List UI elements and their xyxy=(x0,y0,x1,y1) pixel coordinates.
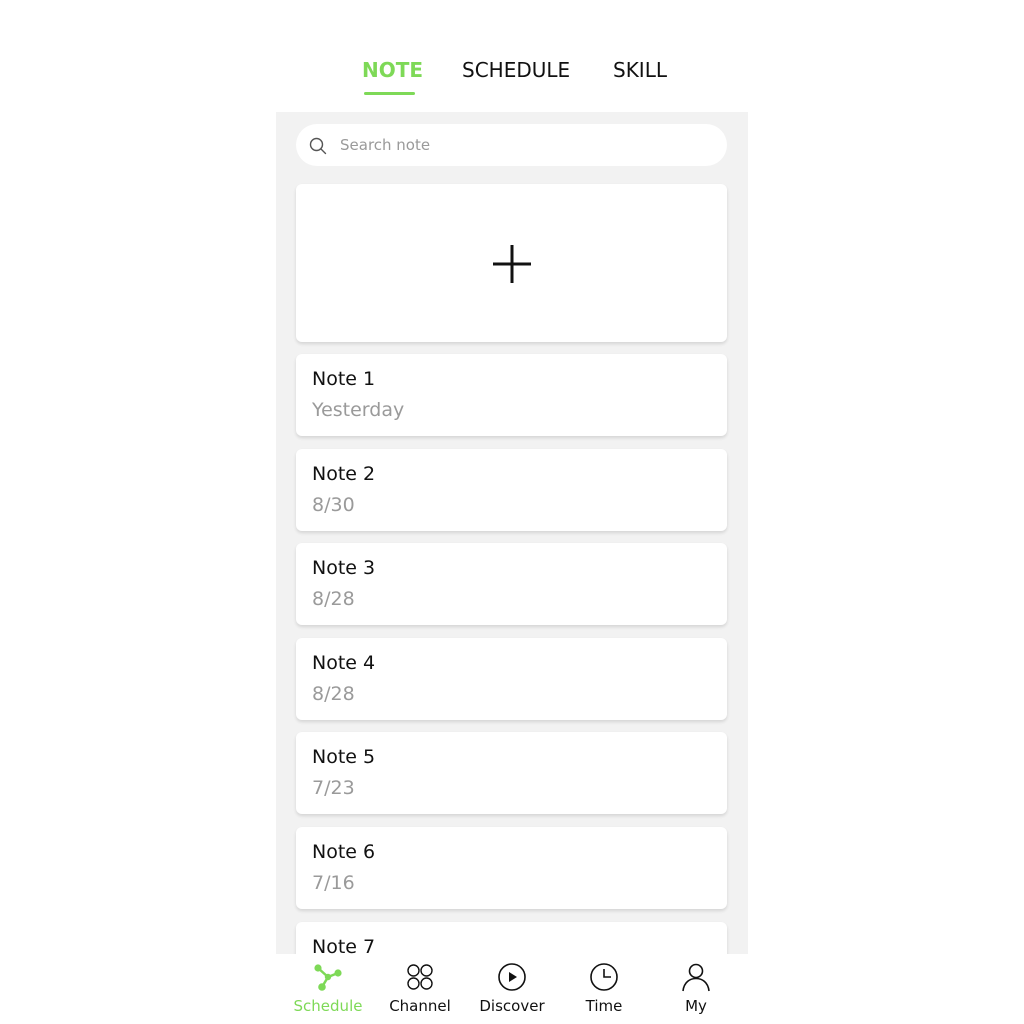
plus-icon xyxy=(493,245,531,283)
add-note-button[interactable] xyxy=(296,184,727,342)
note-date: 7/23 xyxy=(312,777,355,800)
top-tab-bar: NOTE SCHEDULE SKILL xyxy=(0,58,1024,108)
nav-label: Channel xyxy=(389,997,451,1015)
nav-label: Time xyxy=(585,997,623,1015)
nav-item-discover[interactable]: Discover xyxy=(466,954,558,1020)
note-title: Note 3 xyxy=(312,557,376,580)
search-icon xyxy=(309,137,327,155)
note-title: Note 6 xyxy=(312,840,376,863)
note-date: 8/28 xyxy=(312,682,355,705)
schedule-nodes-icon xyxy=(314,964,342,991)
search-input[interactable] xyxy=(340,124,710,166)
nav-item-channel[interactable]: Channel xyxy=(374,954,466,1020)
nav-label: Discover xyxy=(479,997,545,1015)
note-title: Note 4 xyxy=(312,651,376,674)
note-card[interactable]: Note 6 7/16 xyxy=(296,826,727,909)
note-date: 8/28 xyxy=(312,588,355,611)
person-icon xyxy=(682,963,710,992)
play-circle-icon xyxy=(498,963,526,991)
note-date: Yesterday xyxy=(312,399,405,421)
nav-item-my[interactable]: My xyxy=(650,954,742,1020)
active-tab-indicator xyxy=(364,92,415,95)
note-title: Note 2 xyxy=(312,462,376,485)
tab-schedule[interactable]: SCHEDULE xyxy=(462,58,570,82)
note-date: 8/30 xyxy=(312,493,355,516)
nav-label: Schedule xyxy=(293,997,363,1015)
notes-list: Note 1 Yesterday Note 2 8/30 Note 3 8/28… xyxy=(296,354,727,954)
note-card[interactable]: Note 1 Yesterday xyxy=(296,354,727,436)
tab-skill[interactable]: SKILL xyxy=(613,58,667,82)
channel-circles-icon xyxy=(407,964,433,990)
note-title: Note 7 xyxy=(312,935,376,954)
note-card[interactable]: Note 4 8/28 xyxy=(296,637,727,720)
note-card[interactable]: Note 5 7/23 xyxy=(296,732,727,815)
note-date: 7/16 xyxy=(312,871,355,894)
notes-panel: Note 1 Yesterday Note 2 8/30 Note 3 8/28… xyxy=(276,112,748,954)
note-title: Note 5 xyxy=(312,746,376,769)
notes-screen: NOTE SCHEDULE SKILL Note 1 Yesterday xyxy=(0,0,1024,1024)
tab-note[interactable]: NOTE xyxy=(362,58,423,82)
nav-item-time[interactable]: Time xyxy=(558,954,650,1020)
note-card[interactable]: Note 3 8/28 xyxy=(296,543,727,626)
note-title: Note 1 xyxy=(312,368,376,390)
bottom-nav-bar: Schedule Channel Discover Time My xyxy=(276,954,748,1024)
note-card[interactable]: Note 7 xyxy=(296,921,727,954)
clock-icon xyxy=(590,963,618,991)
search-bar[interactable] xyxy=(296,124,727,166)
note-card[interactable]: Note 2 8/30 xyxy=(296,448,727,531)
nav-label: My xyxy=(685,997,707,1015)
nav-item-schedule[interactable]: Schedule xyxy=(282,954,374,1020)
